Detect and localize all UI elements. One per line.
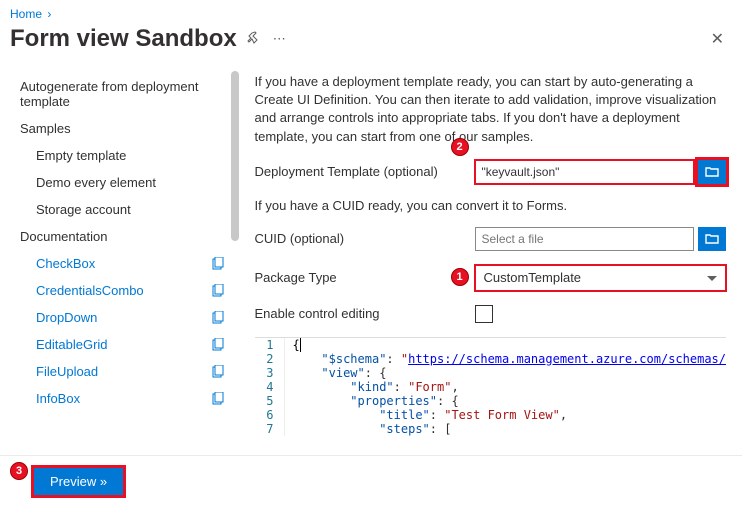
sidebar-item-autogen[interactable]: Autogenerate from deployment template: [20, 73, 231, 115]
code-text: :: [394, 380, 408, 394]
code-text: :: [430, 408, 444, 422]
sidebar-item-dropdown[interactable]: DropDown: [20, 304, 231, 331]
sidebar-item-empty-template[interactable]: Empty template: [20, 142, 231, 169]
code-text: : {: [437, 394, 459, 408]
code-text: https://schema.management.azure.com/sche…: [408, 352, 726, 366]
scrollbar[interactable]: [231, 71, 239, 241]
row-deployment-template: 2 Deployment Template (optional): [255, 160, 727, 184]
cuid-help-text: If you have a CUID ready, you can conver…: [255, 198, 727, 213]
callout-badge-3: 3: [10, 462, 28, 480]
page-title: Form view Sandbox: [10, 25, 237, 53]
sidebar-item-label: DropDown: [36, 310, 97, 325]
footer: 3 Preview »: [0, 455, 742, 515]
deployment-template-input[interactable]: [475, 160, 695, 184]
sidebar-item-label: CredentialsCombo: [36, 283, 144, 298]
sidebar-item-label: Empty template: [36, 148, 126, 163]
code-text: "Form": [408, 380, 451, 394]
chevron-right-icon: ›: [45, 7, 53, 21]
preview-button[interactable]: Preview »: [34, 468, 123, 495]
pin-icon[interactable]: [245, 29, 263, 50]
copy-icon[interactable]: [211, 392, 225, 406]
sidebar-item-label: InfoBox: [36, 391, 80, 406]
sidebar-item-label: EditableGrid: [36, 337, 108, 352]
code-text: "view": [293, 366, 365, 380]
breadcrumb-home[interactable]: Home: [10, 7, 42, 21]
sidebar-group-docs: Documentation: [20, 223, 231, 250]
sidebar-item-label: Storage account: [36, 202, 131, 217]
label-deployment-template: Deployment Template (optional): [255, 164, 475, 179]
code-text: : {: [365, 366, 387, 380]
package-type-select[interactable]: CustomTemplate: [475, 265, 727, 291]
sidebar-group-samples: Samples: [20, 115, 231, 142]
code-text: :: [386, 352, 400, 366]
code-text: "title": [293, 408, 430, 422]
copy-icon[interactable]: [211, 311, 225, 325]
sidebar-item-checkbox[interactable]: CheckBox: [20, 250, 231, 277]
intro-text: If you have a deployment template ready,…: [255, 73, 727, 146]
row-cuid: CUID (optional): [255, 227, 727, 251]
enable-editing-checkbox[interactable]: [475, 305, 493, 323]
label-cuid: CUID (optional): [255, 231, 475, 246]
sidebar-item-label: FileUpload: [36, 364, 98, 379]
folder-icon: [705, 166, 719, 178]
code-text: ,: [560, 408, 567, 422]
breadcrumb-bar: Home ›: [0, 0, 742, 21]
sidebar-item-storage[interactable]: Storage account: [20, 196, 231, 223]
copy-icon[interactable]: [211, 257, 225, 271]
code-text: "properties": [293, 394, 438, 408]
code-editor[interactable]: 1{ 2 "$schema": "https://schema.manageme…: [255, 337, 727, 436]
cuid-input[interactable]: [475, 227, 695, 251]
code-text: ,: [451, 380, 458, 394]
browse-button[interactable]: [698, 160, 726, 184]
more-icon[interactable]: ⋯: [271, 29, 288, 49]
sidebar: Autogenerate from deployment template Sa…: [0, 63, 239, 455]
sidebar-item-credentials[interactable]: CredentialsCombo: [20, 277, 231, 304]
code-text: {: [293, 338, 301, 352]
code-text: "$schema": [293, 352, 387, 366]
select-value: CustomTemplate: [484, 270, 582, 285]
copy-icon[interactable]: [211, 365, 225, 379]
callout-badge-2: 2: [451, 138, 469, 156]
close-icon[interactable]: ✕: [703, 25, 732, 53]
callout-badge-1: 1: [451, 268, 469, 286]
copy-icon[interactable]: [211, 284, 225, 298]
browse-button[interactable]: [698, 227, 726, 251]
label-enable-editing: Enable control editing: [255, 306, 475, 321]
label-package-type: Package Type: [255, 270, 475, 285]
folder-icon: [705, 233, 719, 245]
row-package-type: 1 Package Type CustomTemplate: [255, 265, 727, 291]
code-text: "Test Form View": [444, 408, 560, 422]
code-text: : [: [430, 422, 452, 436]
row-enable-editing: Enable control editing: [255, 305, 727, 323]
sidebar-item-infobox[interactable]: InfoBox: [20, 385, 231, 412]
title-bar: Form view Sandbox ⋯ ✕: [0, 21, 742, 63]
code-text: "steps": [293, 422, 430, 436]
content-pane: If you have a deployment template ready,…: [239, 63, 742, 455]
sidebar-item-demo-every[interactable]: Demo every element: [20, 169, 231, 196]
sidebar-item-editablegrid[interactable]: EditableGrid: [20, 331, 231, 358]
sidebar-item-label: CheckBox: [36, 256, 95, 271]
code-text: "kind": [293, 380, 394, 394]
copy-icon[interactable]: [211, 338, 225, 352]
sidebar-item-fileupload[interactable]: FileUpload: [20, 358, 231, 385]
sidebar-item-label: Demo every element: [36, 175, 156, 190]
